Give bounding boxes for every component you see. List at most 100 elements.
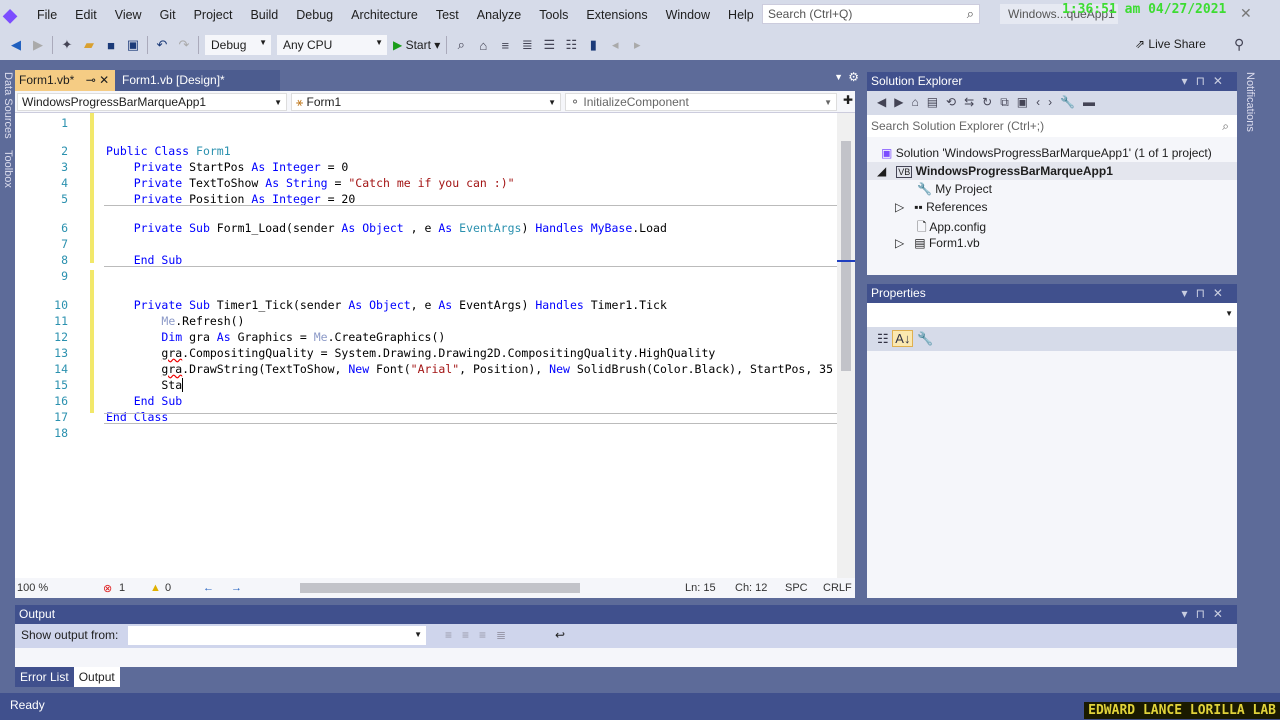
menu-project[interactable]: Project	[185, 8, 242, 22]
output-toolbar: Show output from: ▼ ≡≡≡≣ ↩	[15, 624, 1237, 648]
menu-view[interactable]: View	[106, 8, 151, 22]
panel-controls[interactable]: ▾⊓✕	[1182, 607, 1231, 621]
code-line[interactable]: Sta	[106, 378, 184, 392]
close-icon[interactable]: ✕	[1240, 5, 1252, 22]
notifications-tab[interactable]: Notifications	[1244, 72, 1256, 132]
error-count[interactable]: 1	[119, 582, 125, 594]
back-icon[interactable]: ◀	[8, 37, 24, 53]
code-line[interactable]: Me.Refresh()	[106, 314, 244, 328]
code-line[interactable]: Private Sub Timer1_Tick(sender As Object…	[106, 298, 667, 312]
zoom-level[interactable]: 100 %	[17, 582, 48, 594]
save-all-icon[interactable]: ▣	[125, 37, 141, 53]
code-line[interactable]: Private Sub Form1_Load(sender As Object …	[106, 221, 667, 235]
collapse-icon[interactable]: ◢	[877, 164, 886, 178]
output-source-select[interactable]: ▼	[128, 626, 426, 645]
method-separator	[104, 413, 849, 414]
new-project-icon[interactable]: ✦	[59, 37, 75, 53]
alphabetical-icon[interactable]: A↓	[892, 330, 914, 347]
line-number: 5	[61, 192, 68, 206]
tree-item-project[interactable]: ◢ VB WindowsProgressBarMarqueApp1	[867, 162, 1237, 180]
code-line[interactable]: Private StartPos As Integer = 0	[106, 160, 349, 174]
panel-controls[interactable]: ▾⊓✕	[1182, 74, 1231, 88]
code-line[interactable]: Dim gra As Graphics = Me.CreateGraphics(…	[106, 330, 445, 344]
code-line[interactable]: End Sub	[106, 394, 182, 408]
tree-item-solution[interactable]: ▣ Solution 'WindowsProgressBarMarqueApp1…	[881, 146, 1212, 160]
menu-help[interactable]: Help	[719, 8, 763, 22]
code-line[interactable]: gra.CompositingQuality = System.Drawing.…	[106, 346, 715, 360]
uncomment-icon[interactable]: ☷	[563, 37, 579, 53]
vertical-scrollbar[interactable]	[837, 113, 855, 578]
member-dropdown[interactable]: ⚬ InitializeComponent ▼	[565, 93, 837, 111]
tab-list-icon[interactable]: ▼	[834, 72, 843, 82]
tree-item-references[interactable]: ▷ ▪▪ References	[895, 200, 987, 214]
platform-select[interactable]: Any CPU ▼	[277, 35, 387, 55]
code-editor[interactable]: 1 2 Public Class Form1 3 Private StartPos A…	[15, 113, 855, 578]
categorized-icon[interactable]: ☷	[877, 331, 889, 346]
configuration-select[interactable]: Debug ▼	[205, 35, 271, 55]
gear-icon[interactable]: ⚙	[848, 70, 859, 84]
open-folder-icon[interactable]: ▰	[81, 37, 97, 53]
tab-form1-vb[interactable]: Form1.vb* ⊸ ✕	[15, 70, 115, 91]
panel-controls[interactable]: ▾⊓✕	[1182, 286, 1231, 300]
project-dropdown[interactable]: WindowsProgressBarMarqueApp1 ▼	[17, 93, 287, 111]
property-pages-icon[interactable]: 🔧	[917, 331, 933, 346]
code-token: .DrawString(TextToShow,	[182, 362, 349, 376]
word-wrap-icon[interactable]: ↩	[555, 628, 565, 642]
horizontal-scrollbar[interactable]	[300, 583, 580, 593]
menu-extensions[interactable]: Extensions	[577, 8, 656, 22]
redo-icon[interactable]: ↷	[176, 37, 192, 53]
menu-git[interactable]: Git	[151, 8, 185, 22]
outdent-icon[interactable]: ≡	[497, 38, 513, 53]
tab-form1-design[interactable]: Form1.vb [Design]*	[115, 70, 280, 91]
next-bookmark-icon[interactable]: ▸	[629, 37, 645, 53]
expand-icon[interactable]: ▷	[895, 236, 904, 250]
expand-icon[interactable]: ▷	[895, 200, 904, 214]
save-icon[interactable]: ■	[103, 38, 119, 53]
code-line[interactable]: Public Class Form1	[106, 144, 231, 158]
undo-icon[interactable]: ↶	[154, 37, 170, 53]
tab-label: Form1.vb*	[19, 73, 75, 87]
find-icon[interactable]: ⌕	[453, 37, 469, 53]
code-line[interactable]: Private TextToShow As String = "Catch me…	[106, 176, 515, 190]
solution-search-input[interactable]: Search Solution Explorer (Ctrl+;) ⌕	[867, 115, 1237, 137]
menu-analyze[interactable]: Analyze	[468, 8, 530, 22]
feedback-icon[interactable]: ⚲	[1234, 36, 1244, 53]
start-button[interactable]: ▶ Start ▾	[393, 38, 440, 52]
live-share-button[interactable]: ⇗ Live Share	[1135, 37, 1206, 51]
data-sources-tab[interactable]: Data Sources	[2, 72, 14, 139]
class-dropdown[interactable]: ⚹ Form1 ▼	[291, 93, 561, 111]
code-line[interactable]: End Sub	[106, 253, 182, 267]
tab-error-list[interactable]: Error List	[15, 667, 74, 687]
tree-item-form1[interactable]: ▷ ▤ Form1.vb	[895, 236, 980, 250]
menu-build[interactable]: Build	[241, 8, 287, 22]
browser-icon[interactable]: ⌂	[475, 38, 491, 53]
menu-file[interactable]: File	[28, 8, 66, 22]
code-line[interactable]: gra.DrawString(TextToShow, New Font("Ari…	[106, 362, 833, 376]
indent-icon[interactable]: ≣	[519, 37, 535, 53]
menu-debug[interactable]: Debug	[287, 8, 342, 22]
menu-window[interactable]: Window	[657, 8, 719, 22]
previous-issue-icon[interactable]: ←	[203, 582, 214, 594]
search-input[interactable]: Search (Ctrl+Q) ⌕	[762, 4, 980, 24]
bookmark-icon[interactable]: ▮	[585, 37, 601, 53]
menu-tools[interactable]: Tools	[530, 8, 577, 22]
pin-icon[interactable]: ⊸	[86, 73, 96, 87]
next-issue-icon[interactable]: →	[231, 582, 242, 594]
menu-architecture[interactable]: Architecture	[342, 8, 427, 22]
tree-item-my-project[interactable]: 🔧 My Project	[917, 182, 992, 196]
tab-output[interactable]: Output	[73, 667, 120, 687]
code-line[interactable]: Private Position As Integer = 20	[106, 192, 356, 206]
split-icon[interactable]: ✚	[843, 93, 853, 107]
output-actions[interactable]: ≡≡≡≣	[445, 628, 516, 642]
toolbox-tab[interactable]: Toolbox	[2, 150, 14, 188]
menu-edit[interactable]: Edit	[66, 8, 106, 22]
prev-bookmark-icon[interactable]: ◂	[607, 37, 623, 53]
forward-icon[interactable]: ▶	[30, 37, 46, 53]
solution-explorer-toolbar[interactable]: ◀▶⌂▤⟲⇆↻⧉▣‹›🔧▬	[867, 91, 1237, 115]
close-icon[interactable]: ✕	[99, 73, 109, 87]
menu-test[interactable]: Test	[427, 8, 468, 22]
warning-count[interactable]: 0	[165, 582, 171, 594]
object-selector[interactable]: ▼	[867, 303, 1237, 327]
comment-icon[interactable]: ☰	[541, 37, 557, 53]
